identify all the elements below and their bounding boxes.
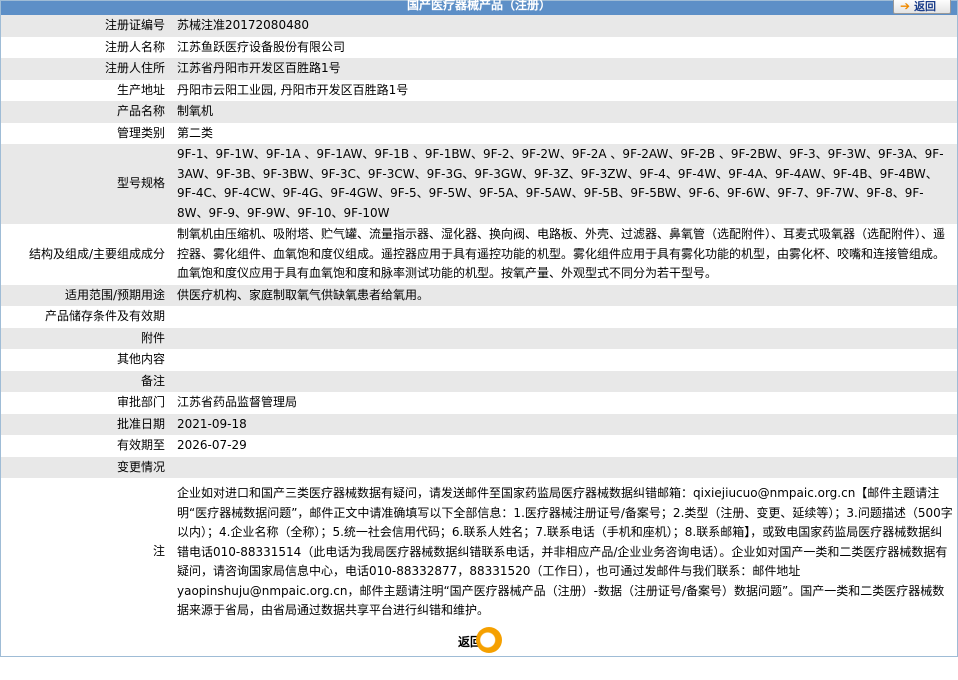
- field-label: 产品名称: [1, 101, 171, 123]
- field-value: 江苏省丹阳市开发区百胜路1号: [171, 58, 957, 80]
- field-label: 附件: [1, 327, 171, 349]
- field-label: 备注: [1, 370, 171, 392]
- field-value: [171, 349, 957, 371]
- field-label: 变更情况: [1, 456, 171, 478]
- field-value: 江苏省药品监督管理局: [171, 392, 957, 414]
- table-row: 注册证编号 苏械注准20172080480: [1, 15, 957, 37]
- field-label: 其他内容: [1, 349, 171, 371]
- title-bar: 国产医疗器械产品（注册） ➔ 返回: [1, 0, 957, 15]
- table-row: 结构及组成/主要组成成分 制氧机由压缩机、吸附塔、贮气罐、流量指示器、湿化器、换向…: [1, 224, 957, 285]
- field-value: 2021-09-18: [171, 413, 957, 435]
- table-row: 有效期至 2026-07-29: [1, 435, 957, 457]
- note-label: 注: [1, 478, 171, 625]
- table-row: 注册人住所 江苏省丹阳市开发区百胜路1号: [1, 58, 957, 80]
- table-row: 批准日期 2021-09-18: [1, 413, 957, 435]
- table-row: 注册人名称 江苏鱼跃医疗设备股份有限公司: [1, 36, 957, 58]
- table-row: 型号规格 9F-1、9F-1W、9F-1A 、9F-1AW、9F-1B 、9F-1…: [1, 144, 957, 224]
- field-label: 适用范围/预期用途: [1, 284, 171, 306]
- note-row: 注企业如对进口和国产三类医疗器械数据有疑问，请发送邮件至国家药监局医疗器械数据纠…: [1, 478, 957, 625]
- field-label: 结构及组成/主要组成成分: [1, 224, 171, 285]
- field-label: 型号规格: [1, 144, 171, 224]
- table-row: 附件: [1, 327, 957, 349]
- table-row: 产品名称 制氧机: [1, 101, 957, 123]
- field-value: 苏械注准20172080480: [171, 15, 957, 37]
- back-circle-icon: [476, 626, 502, 653]
- table-row: 适用范围/预期用途 供医疗机构、家庭制取氧气供缺氧患者给氧用。: [1, 284, 957, 306]
- footer: 返回: [1, 625, 957, 656]
- table-row: 审批部门 江苏省药品监督管理局: [1, 392, 957, 414]
- field-value: 9F-1、9F-1W、9F-1A 、9F-1AW、9F-1B 、9F-1BW、9…: [171, 144, 957, 224]
- field-value: 江苏鱼跃医疗设备股份有限公司: [171, 36, 957, 58]
- field-value: 制氧机由压缩机、吸附塔、贮气罐、流量指示器、湿化器、换向阀、电路板、外壳、过滤器…: [171, 224, 957, 285]
- field-value: [171, 370, 957, 392]
- back-button-top[interactable]: ➔ 返回: [893, 0, 951, 14]
- page-title: 国产医疗器械产品（注册）: [406, 0, 551, 12]
- field-value: 制氧机: [171, 101, 957, 123]
- field-value: [171, 327, 957, 349]
- field-label: 有效期至: [1, 435, 171, 457]
- arrow-right-icon: ➔: [900, 0, 911, 13]
- table-row: 备注: [1, 370, 957, 392]
- field-label: 注册证编号: [1, 15, 171, 37]
- field-label: 管理类别: [1, 122, 171, 144]
- field-value: 2026-07-29: [171, 435, 957, 457]
- field-label: 审批部门: [1, 392, 171, 414]
- field-label: 生产地址: [1, 79, 171, 101]
- field-value: 供医疗机构、家庭制取氧气供缺氧患者给氧用。: [171, 284, 957, 306]
- table-row: 生产地址 丹阳市云阳工业园, 丹阳市开发区百胜路1号: [1, 79, 957, 101]
- field-label: 产品储存条件及有效期: [1, 306, 171, 328]
- table-row: 产品储存条件及有效期: [1, 306, 957, 328]
- field-label: 注册人住所: [1, 58, 171, 80]
- note-text: 企业如对进口和国产三类医疗器械数据有疑问，请发送邮件至国家药监局医疗器械数据纠错…: [171, 478, 957, 625]
- field-label: 批准日期: [1, 413, 171, 435]
- back-button-bottom[interactable]: 返回: [458, 626, 502, 653]
- table-row: 管理类别 第二类: [1, 122, 957, 144]
- field-label: 注册人名称: [1, 36, 171, 58]
- table-row: 变更情况: [1, 456, 957, 478]
- field-value: [171, 456, 957, 478]
- record-panel: 国产医疗器械产品（注册） ➔ 返回 注册证编号 苏械注准20172080480 注册人…: [0, 0, 958, 657]
- field-value: 第二类: [171, 122, 957, 144]
- field-value: 丹阳市云阳工业园, 丹阳市开发区百胜路1号: [171, 79, 957, 101]
- detail-table: 注册证编号 苏械注准20172080480 注册人名称 江苏鱼跃医疗设备股份有限公司注…: [1, 15, 957, 625]
- table-row: 其他内容: [1, 349, 957, 371]
- field-value: [171, 306, 957, 328]
- back-button-top-label: 返回: [914, 0, 937, 13]
